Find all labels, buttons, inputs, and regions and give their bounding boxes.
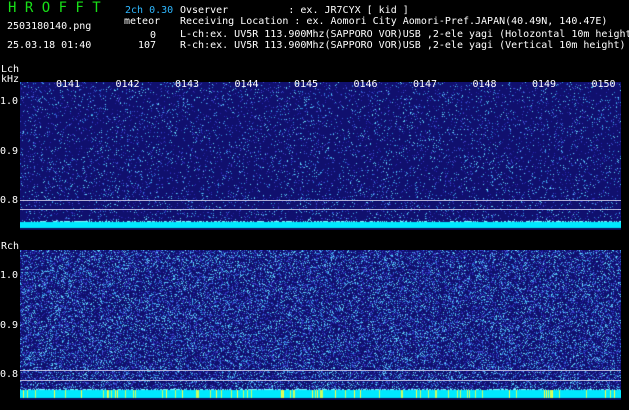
- rch-ytick-0.9: 0.9: [0, 320, 19, 331]
- time-tick-label: 0145: [294, 79, 319, 90]
- location-info: Receiving Location : ex. Aomori City Aom…: [180, 16, 608, 27]
- time-tick-label: 0150: [591, 79, 616, 90]
- datetime-label: 25.03.18 01:40: [7, 40, 92, 51]
- filename-label: 2503180140.png: [7, 21, 92, 32]
- time-tick-label: 0142: [115, 79, 140, 90]
- meteor-count-rch: 107: [137, 40, 156, 51]
- lch-marker-line: [20, 200, 621, 201]
- app-logo: H R O F F T: [8, 0, 101, 16]
- rch-marker-line: [20, 380, 621, 381]
- lch-info: L-ch:ex. UV5R 113.900Mhz(SAPPORO VOR)USB…: [180, 29, 629, 40]
- lch-spectrogram-canvas: [20, 82, 621, 230]
- time-tick-label: 0147: [413, 79, 438, 90]
- lch-unit-label: kHz: [1, 74, 20, 85]
- time-tick-label: 0146: [353, 79, 378, 90]
- lch-marker-line: [20, 209, 621, 210]
- time-tick-label: 0143: [175, 79, 200, 90]
- rch-spectrogram-canvas: [20, 250, 621, 400]
- rch-channel-label: Rch: [1, 241, 20, 252]
- rch-spectrogram: [20, 250, 621, 400]
- time-tick-label: 0144: [234, 79, 259, 90]
- time-tick-label: 0149: [532, 79, 557, 90]
- rch-ytick-0.8: 0.8: [0, 369, 19, 380]
- lch-spectrogram: [20, 82, 621, 230]
- observer-info: Ovserver : ex. JR7CYX [ kid ]: [180, 5, 409, 16]
- rch-ytick-1.0: 1.0: [0, 270, 19, 281]
- meteor-label: meteor: [124, 16, 161, 27]
- rch-marker-line: [20, 370, 621, 371]
- time-tick-label: 0141: [56, 79, 81, 90]
- time-tick-label: 0148: [472, 79, 497, 90]
- rch-info: R-ch:ex. UV5R 113.900Mhz(SAPPORO VOR)USB…: [180, 40, 626, 51]
- lch-ytick-0.8: 0.8: [0, 195, 19, 206]
- version-label: 2ch 0.30: [125, 5, 174, 16]
- lch-ytick-1.0: 1.0: [0, 96, 19, 107]
- lch-ytick-0.9: 0.9: [0, 146, 19, 157]
